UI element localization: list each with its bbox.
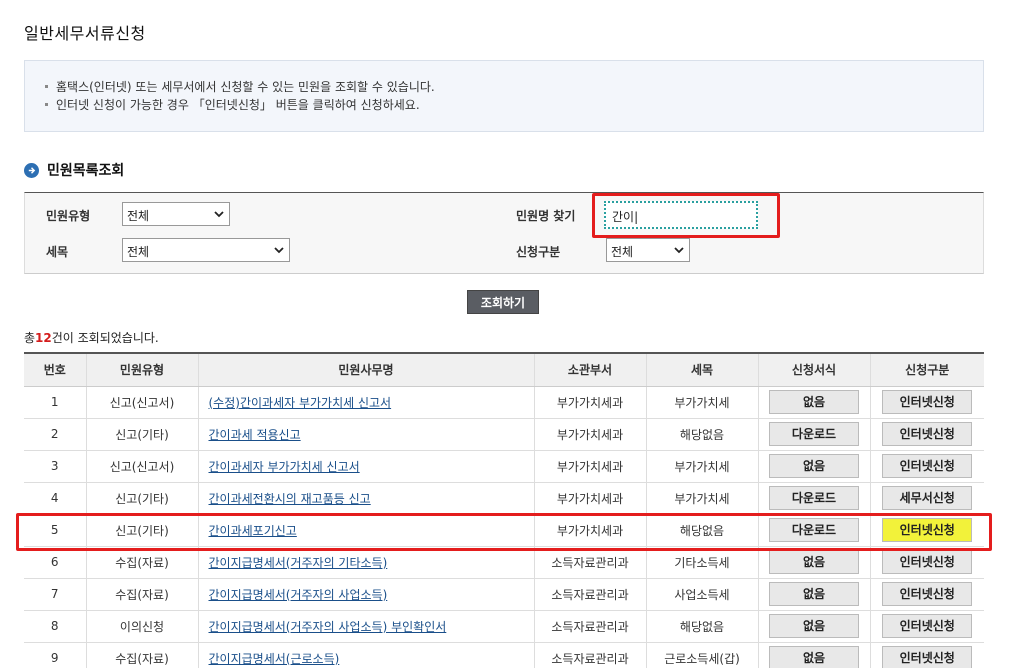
row-type: 신고(기타) bbox=[85, 482, 198, 515]
header-tax: 세목 bbox=[645, 352, 758, 387]
table-row: 1 신고(신고서) (수정)간이과세자 부가가치세 신고서 부가가치세과 부가가… bbox=[24, 386, 984, 419]
search-button[interactable]: 조회하기 bbox=[467, 290, 539, 314]
row-dept: 부가가치세과 bbox=[533, 386, 646, 419]
form-button[interactable]: 없음 bbox=[769, 454, 859, 478]
tax-select[interactable]: 전체 bbox=[122, 238, 290, 262]
table-row: 4 신고(기타) 간이과세전환시의 재고품등 신고 부가가치세과 부가가치세 다… bbox=[24, 482, 984, 515]
table-row: 7 수집(자료) 간이지급명세서(거주자의 사업소득) 소득자료관리과 사업소득… bbox=[24, 578, 984, 611]
page-title: 일반세무서류신청 bbox=[24, 24, 146, 43]
result-suffix: 건이 조회되었습니다. bbox=[51, 331, 159, 345]
header-type: 민원유형 bbox=[85, 352, 198, 387]
apply-button[interactable]: 인터넷신청 bbox=[882, 422, 973, 446]
section-title-text: 민원목록조회 bbox=[47, 163, 125, 179]
row-type: 수집(자료) bbox=[85, 642, 198, 668]
row-name-link[interactable]: 간이과세전환시의 재고품등 신고 bbox=[209, 492, 371, 506]
table-row: 9 수집(자료) 간이지급명세서(근로소득) 소득자료관리과 근로소득세(갑) … bbox=[24, 642, 984, 668]
row-no: 9 bbox=[24, 642, 86, 668]
apply-type-select[interactable]: 전체 bbox=[606, 238, 690, 262]
row-name-link[interactable]: 간이과세자 부가가치세 신고서 bbox=[209, 460, 360, 474]
form-button[interactable]: 없음 bbox=[769, 582, 859, 606]
row-dept: 부가가치세과 bbox=[533, 450, 646, 483]
row-name-link[interactable]: 간이지급명세서(거주자의 사업소득) 부인확인서 bbox=[209, 620, 447, 634]
apply-type-label: 신청구분 bbox=[516, 245, 561, 259]
row-no: 4 bbox=[24, 482, 86, 515]
info-line: 인터넷 신청이 가능한 경우 「인터넷신청」 버튼을 클릭하여 신청하세요. bbox=[45, 96, 983, 114]
name-search-label: 민원명 찾기 bbox=[516, 209, 576, 223]
header-name: 민원사무명 bbox=[197, 352, 534, 387]
apply-button[interactable]: 세무서신청 bbox=[882, 486, 973, 510]
row-tax: 해당없음 bbox=[645, 610, 758, 643]
info-box: 홈택스(인터넷) 또는 세무서에서 신청할 수 있는 민원을 조회할 수 있습니… bbox=[24, 60, 984, 132]
row-type: 이의신청 bbox=[85, 610, 198, 643]
info-line: 홈택스(인터넷) 또는 세무서에서 신청할 수 있는 민원을 조회할 수 있습니… bbox=[45, 78, 983, 96]
form-button[interactable]: 없음 bbox=[769, 390, 859, 414]
highlight-box bbox=[592, 193, 780, 238]
row-dept: 소득자료관리과 bbox=[533, 610, 646, 643]
bullet-icon bbox=[45, 102, 48, 106]
highlight-row-box bbox=[16, 513, 992, 551]
row-name-link[interactable]: 간이지급명세서(근로소득) bbox=[209, 652, 340, 666]
civil-service-table: 번호 민원유형 민원사무명 소관부서 세목 신청서식 신청구분 1 신고(신고서… bbox=[24, 352, 984, 668]
form-button[interactable]: 없음 bbox=[769, 614, 859, 638]
apply-button[interactable]: 인터넷신청 bbox=[882, 646, 973, 668]
row-tax: 사업소득세 bbox=[645, 578, 758, 611]
header-apply: 신청구분 bbox=[869, 352, 984, 387]
chevron-down-icon bbox=[674, 247, 684, 254]
info-text: 홈택스(인터넷) 또는 세무서에서 신청할 수 있는 민원을 조회할 수 있습니… bbox=[56, 80, 435, 94]
apply-button[interactable]: 인터넷신청 bbox=[882, 454, 973, 478]
tax-select-value: 전체 bbox=[127, 245, 150, 259]
row-no: 7 bbox=[24, 578, 86, 611]
form-button[interactable]: 없음 bbox=[769, 646, 859, 668]
section-title: 민원목록조회 bbox=[24, 160, 124, 180]
apply-button[interactable]: 인터넷신청 bbox=[882, 614, 973, 638]
chevron-down-icon bbox=[274, 247, 284, 254]
row-name-link[interactable]: (수정)간이과세자 부가가치세 신고서 bbox=[209, 396, 392, 410]
header-form: 신청서식 bbox=[757, 352, 870, 387]
row-name-link[interactable]: 간이과세 적용신고 bbox=[209, 428, 301, 442]
arrow-circle-icon bbox=[24, 162, 39, 178]
row-name-link[interactable]: 간이지급명세서(거주자의 사업소득) bbox=[209, 588, 388, 602]
row-no: 3 bbox=[24, 450, 86, 483]
header-no: 번호 bbox=[24, 352, 86, 387]
type-select[interactable]: 전체 bbox=[122, 202, 230, 226]
tax-label: 세목 bbox=[46, 245, 69, 259]
table-row: 2 신고(기타) 간이과세 적용신고 부가가치세과 해당없음 다운로드 인터넷신… bbox=[24, 418, 984, 451]
table-row: 3 신고(신고서) 간이과세자 부가가치세 신고서 부가가치세과 부가가치세 없… bbox=[24, 450, 984, 483]
type-label: 민원유형 bbox=[46, 209, 91, 223]
row-dept: 부가가치세과 bbox=[533, 482, 646, 515]
row-dept: 부가가치세과 bbox=[533, 418, 646, 451]
row-tax: 부가가치세 bbox=[645, 450, 758, 483]
form-button[interactable]: 없음 bbox=[769, 550, 859, 574]
table-header-row: 번호 민원유형 민원사무명 소관부서 세목 신청서식 신청구분 bbox=[24, 352, 984, 387]
apply-type-select-value: 전체 bbox=[611, 245, 634, 259]
row-type: 수집(자료) bbox=[85, 578, 198, 611]
result-count-number: 12 bbox=[35, 331, 52, 345]
row-no: 2 bbox=[24, 418, 86, 451]
row-type: 신고(신고서) bbox=[85, 450, 198, 483]
row-dept: 소득자료관리과 bbox=[533, 578, 646, 611]
header-dept: 소관부서 bbox=[533, 352, 646, 387]
row-tax: 부가가치세 bbox=[645, 386, 758, 419]
result-prefix: 총 bbox=[24, 331, 36, 345]
row-tax: 해당없음 bbox=[645, 418, 758, 451]
form-button[interactable]: 다운로드 bbox=[769, 486, 859, 510]
form-button[interactable]: 다운로드 bbox=[769, 422, 859, 446]
row-type: 신고(신고서) bbox=[85, 386, 198, 419]
row-name-link[interactable]: 간이지급명세서(거주자의 기타소득) bbox=[209, 556, 388, 570]
apply-button[interactable]: 인터넷신청 bbox=[882, 582, 973, 606]
chevron-down-icon bbox=[214, 211, 224, 218]
row-tax: 근로소득세(갑) bbox=[645, 642, 758, 668]
info-text: 인터넷 신청이 가능한 경우 「인터넷신청」 버튼을 클릭하여 신청하세요. bbox=[56, 98, 420, 112]
apply-button[interactable]: 인터넷신청 bbox=[882, 390, 973, 414]
type-select-value: 전체 bbox=[127, 209, 150, 223]
row-no: 8 bbox=[24, 610, 86, 643]
row-type: 신고(기타) bbox=[85, 418, 198, 451]
bullet-icon bbox=[45, 84, 48, 88]
result-count: 총12건이 조회되었습니다. bbox=[24, 329, 159, 346]
table-row: 8 이의신청 간이지급명세서(거주자의 사업소득) 부인확인서 소득자료관리과 … bbox=[24, 610, 984, 643]
row-dept: 소득자료관리과 bbox=[533, 642, 646, 668]
row-no: 1 bbox=[24, 386, 86, 419]
row-tax: 부가가치세 bbox=[645, 482, 758, 515]
apply-button[interactable]: 인터넷신청 bbox=[882, 550, 973, 574]
